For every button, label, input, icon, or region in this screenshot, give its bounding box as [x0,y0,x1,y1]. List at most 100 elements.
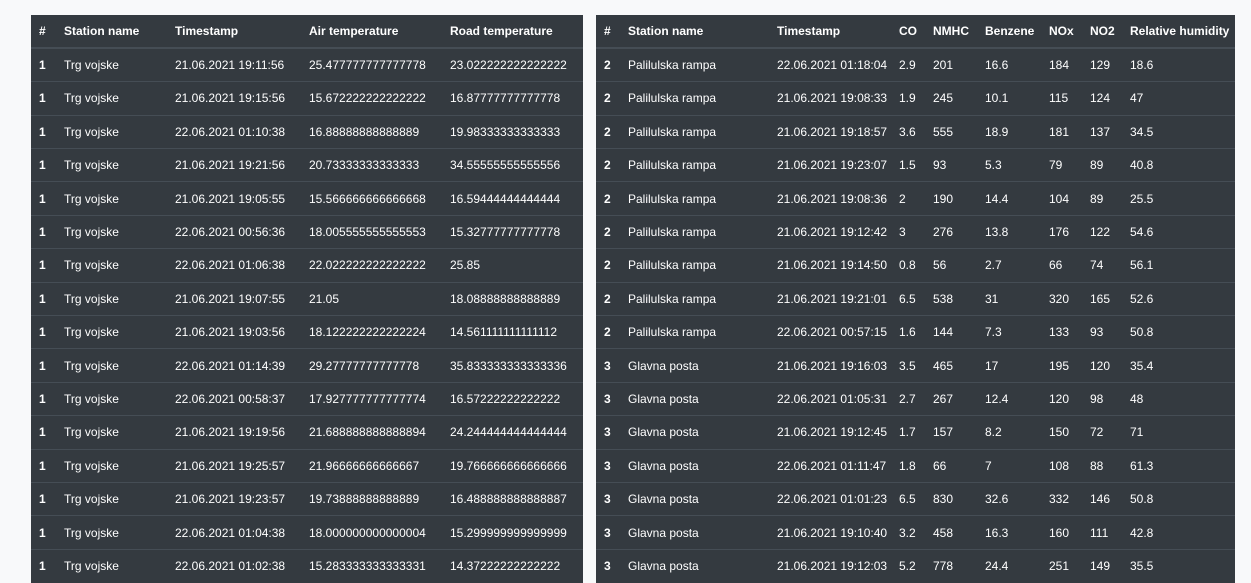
cell-nox: 176 [1041,214,1082,249]
cell-number: 2 [596,81,620,116]
cell-benzene: 24.4 [977,548,1041,583]
cell-nox: 150 [1041,415,1082,450]
table-row: 3 Glavna posta 21.06.2021 19:10:40 3.2 458 16… [596,515,1235,550]
column-header-nmhc: NMHC [925,15,977,50]
cell-nmhc: 555 [925,114,977,149]
cell-timestamp: 22.06.2021 01:10:38 [167,114,301,149]
cell-station-name: Palilulska rampa [620,181,769,216]
cell-number: 3 [596,481,620,516]
cell-station-name: Palilulska rampa [620,148,769,182]
cell-station-name: Trg vojske [56,214,167,249]
cell-timestamp: 21.06.2021 19:08:33 [769,81,891,116]
cell-station-name: Trg vojske [56,281,167,316]
cell-relative-humidity: 47 [1122,81,1235,116]
table-row: 3 Glavna posta 22.06.2021 01:05:31 2.7 267 12… [596,381,1235,416]
cell-road-temperature: 14.561111111111112 [442,315,583,349]
cell-relative-humidity: 50.8 [1122,481,1235,516]
table-row: 1 Trg vojske 21.06.2021 19:21:56 20.7333333… [31,148,583,182]
cell-number: 2 [596,281,620,316]
cell-station-name: Glavna posta [620,381,769,416]
cell-timestamp: 21.06.2021 19:16:03 [769,348,891,383]
cell-number: 1 [31,248,56,283]
cell-co: 3.6 [891,114,925,149]
cell-timestamp: 22.06.2021 01:01:23 [769,481,891,516]
cell-road-temperature: 18.08888888888889 [442,281,583,316]
cell-station-name: Trg vojske [56,81,167,116]
table-row: 1 Trg vojske 21.06.2021 19:07:55 21.05 18.08… [31,281,583,316]
cell-nox: 184 [1041,47,1082,82]
cell-number: 2 [596,47,620,82]
cell-nox: 79 [1041,148,1082,182]
table-row: 3 Glavna posta 21.06.2021 19:16:03 3.5 465 17… [596,348,1235,383]
cell-air-temperature: 18.122222222222224 [301,315,442,349]
cell-station-name: Trg vojske [56,348,167,383]
cell-road-temperature: 16.87777777777778 [442,81,583,116]
cell-timestamp: 21.06.2021 19:18:57 [769,114,891,149]
cell-benzene: 13.8 [977,214,1041,249]
cell-relative-humidity: 61.3 [1122,448,1235,483]
cell-number: 2 [596,114,620,149]
cell-number: 2 [596,248,620,283]
column-header-air-temperature: Air temperature [301,15,442,50]
cell-relative-humidity: 42.8 [1122,515,1235,550]
cell-station-name: Trg vojske [56,448,167,483]
cell-nox: 120 [1041,381,1082,416]
cell-road-temperature: 23.022222222222222 [442,47,583,82]
table-row: 2 Palilulska rampa 21.06.2021 19:08:33 1.9 2… [596,81,1235,116]
table-row: 2 Palilulska rampa 21.06.2021 19:18:57 3.6 5… [596,114,1235,149]
cell-station-name: Glavna posta [620,481,769,516]
cell-relative-humidity: 35.5 [1122,548,1235,583]
cell-co: 3.2 [891,515,925,550]
cell-relative-humidity: 56.1 [1122,248,1235,283]
cell-no2: 72 [1082,415,1122,450]
cell-station-name: Trg vojske [56,381,167,416]
cell-station-name: Palilulska rampa [620,114,769,149]
cell-timestamp: 21.06.2021 19:23:57 [167,481,301,516]
cell-nmhc: 458 [925,515,977,550]
table-row: 1 Trg vojske 21.06.2021 19:15:56 15.6722222… [31,81,583,116]
cell-timestamp: 21.06.2021 19:08:36 [769,181,891,216]
table-row: 1 Trg vojske 22.06.2021 01:02:38 15.2833333… [31,548,583,583]
cell-benzene: 10.1 [977,81,1041,116]
cell-number: 3 [596,548,620,583]
cell-benzene: 7 [977,448,1041,483]
cell-timestamp: 21.06.2021 19:10:40 [769,515,891,550]
cell-station-name: Glavna posta [620,448,769,483]
cell-timestamp: 21.06.2021 19:12:42 [769,214,891,249]
cell-nox: 115 [1041,81,1082,116]
cell-air-temperature: 20.73333333333333 [301,148,442,182]
cell-timestamp: 21.06.2021 19:12:45 [769,415,891,450]
table-row: 1 Trg vojske 21.06.2021 19:19:56 21.6888888… [31,415,583,450]
cell-nmhc: 93 [925,148,977,182]
column-header-number: # [31,15,56,50]
cell-no2: 129 [1082,47,1122,82]
cell-no2: 98 [1082,381,1122,416]
cell-road-temperature: 14.37222222222222 [442,548,583,583]
cell-benzene: 16.6 [977,47,1041,82]
cell-timestamp: 21.06.2021 19:23:07 [769,148,891,182]
cell-number: 3 [596,381,620,416]
cell-timestamp: 21.06.2021 19:21:56 [167,148,301,182]
cell-road-temperature: 15.299999999999999 [442,515,583,550]
cell-number: 1 [31,148,56,182]
cell-station-name: Trg vojske [56,148,167,182]
column-header-station-name: Station name [56,15,167,50]
cell-number: 1 [31,214,56,249]
cell-co: 5.2 [891,548,925,583]
cell-number: 2 [596,214,620,249]
cell-road-temperature: 16.488888888888887 [442,481,583,516]
cell-no2: 120 [1082,348,1122,383]
cell-number: 2 [596,148,620,182]
cell-co: 2.7 [891,381,925,416]
table-row: 2 Palilulska rampa 21.06.2021 19:14:50 0.8 5… [596,248,1235,283]
cell-co: 1.6 [891,315,925,349]
cell-station-name: Trg vojske [56,181,167,216]
road-weather-table: # Station name Timestamp Air temperature Roa… [31,15,583,583]
cell-road-temperature: 15.32777777777778 [442,214,583,249]
cell-relative-humidity: 50.8 [1122,315,1235,349]
cell-benzene: 2.7 [977,248,1041,283]
cell-benzene: 12.4 [977,381,1041,416]
cell-relative-humidity: 54.6 [1122,214,1235,249]
cell-number: 3 [596,415,620,450]
cell-co: 0.8 [891,248,925,283]
